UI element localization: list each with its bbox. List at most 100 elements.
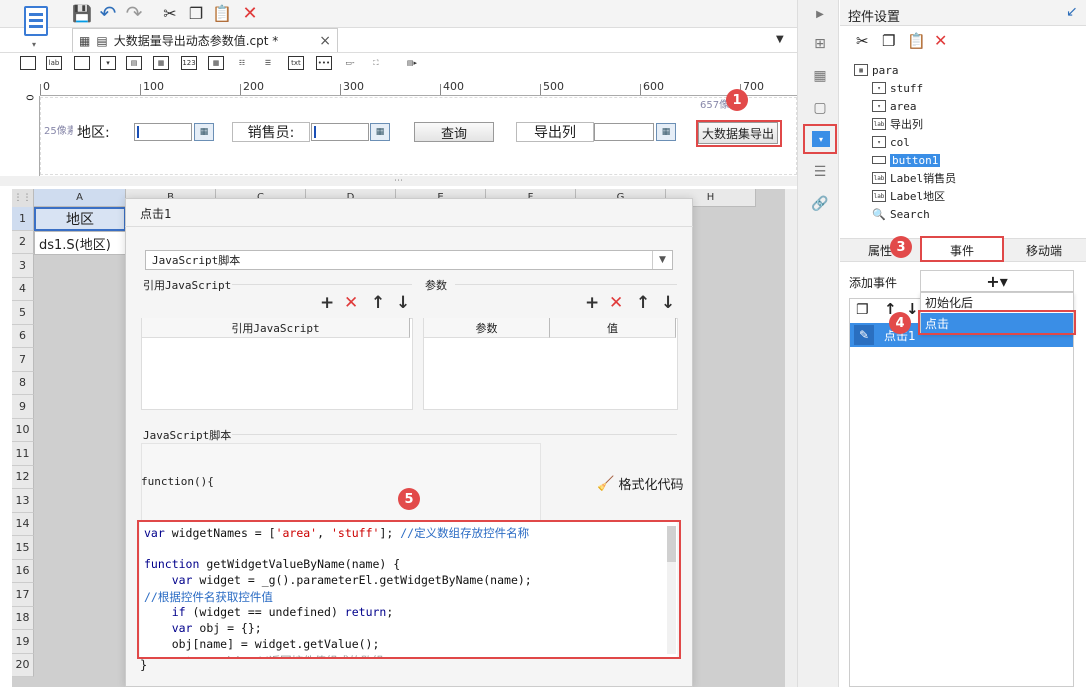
- collapse-icon[interactable]: ↙: [1066, 4, 1078, 20]
- template-icon[interactable]: [24, 6, 48, 36]
- cell-a1[interactable]: 地区: [34, 207, 126, 231]
- save-icon[interactable]: 💾: [72, 3, 92, 23]
- export-col-picker-icon[interactable]: ▦: [656, 123, 676, 141]
- widget-button-icon[interactable]: [74, 56, 90, 70]
- tree-item-search[interactable]: 🔍 Search: [872, 205, 930, 223]
- widget-tag-icon[interactable]: ▭-: [342, 56, 358, 70]
- row-header[interactable]: 7: [12, 348, 34, 372]
- tab-mobile[interactable]: 移动端: [1004, 238, 1084, 262]
- widget-combo-icon[interactable]: ▾: [100, 56, 116, 70]
- widget-more-icon[interactable]: ▤▸: [404, 56, 420, 70]
- row-header[interactable]: 1: [12, 207, 34, 231]
- menu-item-after-init[interactable]: 初始化后: [921, 293, 1073, 311]
- tree-item-export-col[interactable]: lab 导出列: [872, 115, 923, 133]
- tree-item-area[interactable]: ▾ area: [872, 97, 917, 115]
- rp-delete-icon[interactable]: ✕: [934, 31, 947, 50]
- export-col-field[interactable]: [594, 123, 654, 141]
- move-up-ref-js-icon[interactable]: ↑: [371, 293, 385, 313]
- layout-icon[interactable]: ⊞: [810, 34, 830, 54]
- event-copy-icon[interactable]: ❐: [856, 302, 869, 318]
- widget-library-icon[interactable]: ▦: [810, 66, 830, 86]
- sales-field[interactable]: [311, 123, 369, 141]
- widget-number-icon[interactable]: 123: [181, 56, 197, 70]
- link-icon[interactable]: 🔗: [810, 194, 830, 214]
- widget-grid-icon[interactable]: ▦: [153, 56, 169, 70]
- undo-icon[interactable]: ↶: [98, 1, 118, 25]
- paste-icon[interactable]: 📋: [212, 3, 232, 23]
- row-header[interactable]: 6: [12, 324, 34, 348]
- move-down-param-icon[interactable]: ↓: [661, 293, 675, 313]
- row-header[interactable]: 5: [12, 301, 34, 325]
- tab-close-icon[interactable]: ×: [319, 33, 331, 49]
- tree-item-label-sales[interactable]: lab Label销售员: [872, 169, 956, 187]
- tree-item-para[interactable]: ▦ para: [854, 61, 899, 79]
- widget-list-icon[interactable]: ☰: [260, 56, 276, 70]
- area-picker-icon[interactable]: ▦: [194, 123, 214, 141]
- menu-item-click[interactable]: 点击: [921, 313, 1073, 333]
- widget-tree-icon[interactable]: ⛶: [368, 56, 384, 70]
- frame-icon[interactable]: ▢: [810, 98, 830, 118]
- rp-cut-icon[interactable]: ✂: [856, 32, 869, 50]
- copy-icon[interactable]: ❐: [186, 3, 206, 23]
- row-header[interactable]: 9: [12, 395, 34, 419]
- move-down-ref-js-icon[interactable]: ↓: [396, 293, 410, 313]
- area-field[interactable]: [134, 123, 192, 141]
- delete-icon[interactable]: ✕: [240, 3, 260, 24]
- row-header[interactable]: 10: [12, 418, 34, 442]
- expand-arrow-icon[interactable]: ▶: [810, 4, 830, 24]
- add-event-button[interactable]: +▾: [920, 270, 1074, 292]
- query-button[interactable]: 查询: [414, 122, 494, 142]
- row-header[interactable]: 13: [12, 489, 34, 513]
- redo-icon[interactable]: ↷: [124, 1, 144, 25]
- rp-paste-icon[interactable]: 📋: [907, 32, 926, 50]
- cell-a2[interactable]: ds1.S(地区): [34, 231, 126, 255]
- row-header[interactable]: 19: [12, 630, 34, 654]
- row-header[interactable]: 17: [12, 583, 34, 607]
- row-header[interactable]: 8: [12, 371, 34, 395]
- widget-text-icon[interactable]: txt: [288, 56, 304, 70]
- row-header[interactable]: 20: [12, 653, 34, 677]
- sheet-scrollbar[interactable]: [785, 189, 797, 687]
- splitter-handle[interactable]: ⋯: [0, 176, 797, 186]
- sheet-corner[interactable]: ⋮⋮: [12, 189, 34, 207]
- code-editor-scrollbar[interactable]: [667, 526, 676, 654]
- widget-password-icon[interactable]: •••: [316, 56, 332, 70]
- row-header[interactable]: 4: [12, 277, 34, 301]
- tree-item-col[interactable]: ▾ col: [872, 133, 910, 151]
- tab-events[interactable]: 事件: [922, 238, 1002, 262]
- row-header[interactable]: 12: [12, 465, 34, 489]
- sales-picker-icon[interactable]: ▦: [370, 123, 390, 141]
- remove-param-icon[interactable]: ✕: [609, 293, 623, 313]
- widget-label-icon[interactable]: lab: [46, 56, 62, 70]
- widget-settings-icon[interactable]: ▾: [812, 131, 830, 147]
- widget-checkbox-icon[interactable]: ☷: [234, 56, 250, 70]
- row-header[interactable]: 11: [12, 442, 34, 466]
- add-ref-js-icon[interactable]: +: [320, 293, 334, 313]
- widget-panel-icon[interactable]: [20, 56, 36, 70]
- tree-item-stuff[interactable]: ▾ stuff: [872, 79, 923, 97]
- template-dropdown-icon[interactable]: ▾: [32, 40, 36, 49]
- file-tab[interactable]: ▦ ▤ 大数据量导出动态参数值.cpt * ×: [72, 28, 338, 52]
- row-header[interactable]: 15: [12, 536, 34, 560]
- row-header[interactable]: 14: [12, 512, 34, 536]
- widget-radio-icon[interactable]: ▦: [208, 56, 224, 70]
- cut-icon[interactable]: ✂: [160, 3, 180, 23]
- remove-ref-js-icon[interactable]: ✕: [344, 293, 358, 313]
- edit-icon[interactable]: ✎: [854, 325, 874, 345]
- move-up-param-icon[interactable]: ↑: [636, 293, 650, 313]
- row-header[interactable]: 18: [12, 606, 34, 630]
- row-header[interactable]: 2: [12, 230, 34, 254]
- row-header[interactable]: 16: [12, 559, 34, 583]
- big-export-button[interactable]: 大数据集导出: [698, 122, 778, 144]
- format-code-button[interactable]: 🧹 格式化代码: [597, 474, 683, 494]
- row-header[interactable]: 3: [12, 254, 34, 278]
- tree-item-button1[interactable]: button1: [872, 151, 941, 169]
- event-list[interactable]: [849, 298, 1074, 687]
- rp-copy-icon[interactable]: ❐: [882, 32, 895, 50]
- tab-menu-icon[interactable]: ▼: [776, 34, 784, 45]
- script-type-select[interactable]: JavaScript脚本 ▼: [145, 250, 673, 270]
- column-header[interactable]: A: [34, 189, 126, 207]
- add-param-icon[interactable]: +: [585, 293, 599, 313]
- tree-item-label-area[interactable]: lab Label地区: [872, 187, 945, 205]
- widget-date-icon[interactable]: ▤: [126, 56, 142, 70]
